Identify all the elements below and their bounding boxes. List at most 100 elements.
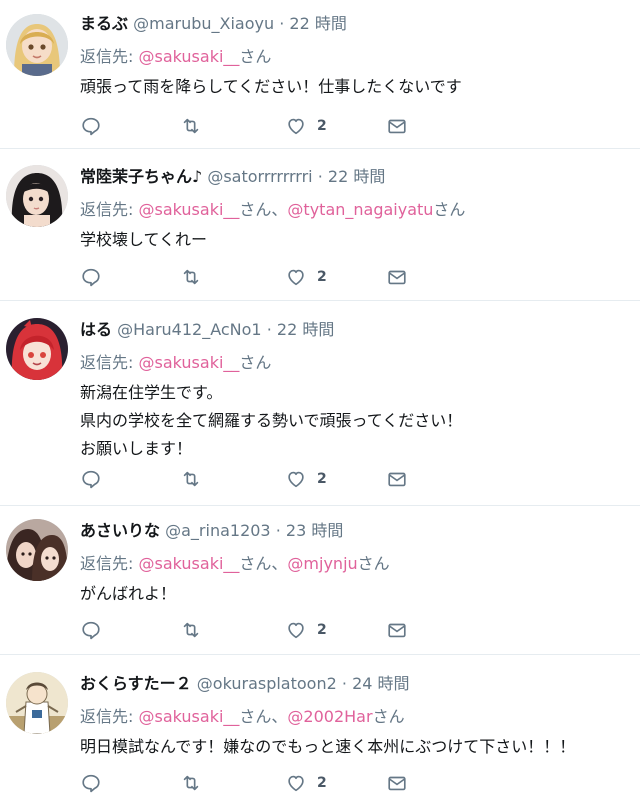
reply-icon bbox=[82, 117, 100, 136]
mention-link[interactable]: @sakusaki__ bbox=[139, 554, 240, 573]
separator-dot: · bbox=[275, 521, 281, 540]
user-handle[interactable]: @Haru412_AcNo1 bbox=[117, 320, 262, 339]
display-name[interactable]: はる bbox=[80, 320, 112, 339]
reply-to-line: 返信先: @sakusaki__さん、@2002Harさん bbox=[80, 703, 405, 727]
like-button[interactable]: 2 bbox=[285, 266, 327, 288]
tweet-header: あさいりな @a_rina1203 · 23 時間 bbox=[80, 517, 343, 541]
like-button[interactable]: 2 bbox=[285, 772, 327, 794]
tweet-item[interactable]: はる @Haru412_AcNo1 · 22 時間 返信先: @sakusaki… bbox=[0, 316, 640, 501]
reply-icon bbox=[82, 621, 100, 640]
reply-icon bbox=[82, 774, 100, 793]
tweet-text: 頑張って雨を降らしてください！仕事したくないです bbox=[80, 73, 462, 101]
reply-suffix: さん bbox=[357, 554, 390, 573]
avatar-character-illustration-icon bbox=[6, 672, 68, 734]
direct-message-button[interactable] bbox=[386, 619, 408, 641]
reply-timeline: まるぶ @marubu_Xiaoyu · 22 時間 返信先: @sakusak… bbox=[0, 0, 640, 806]
timestamp[interactable]: 22 時間 bbox=[277, 320, 334, 339]
tweet-item[interactable]: 常陸茉子ちゃん♪ @satorrrrrrrri · 22 時間 返信先: @sa… bbox=[0, 163, 640, 295]
mention-link[interactable]: @mjynju bbox=[287, 554, 357, 573]
reply-button[interactable] bbox=[80, 115, 102, 137]
like-button[interactable]: 2 bbox=[285, 468, 327, 490]
direct-message-button[interactable] bbox=[386, 772, 408, 794]
user-handle[interactable]: @a_rina1203 bbox=[165, 521, 271, 540]
mention-link[interactable]: @2002Har bbox=[287, 707, 372, 726]
retweet-button[interactable] bbox=[180, 266, 202, 288]
display-name[interactable]: おくらすたー２ bbox=[80, 674, 192, 693]
retweet-button[interactable] bbox=[180, 619, 202, 641]
avatar[interactable] bbox=[6, 165, 68, 227]
timestamp[interactable]: 24 時間 bbox=[352, 674, 409, 693]
tweet-text-line: がんばれよ！ bbox=[80, 584, 177, 603]
envelope-icon bbox=[388, 472, 406, 487]
like-count: 2 bbox=[317, 269, 327, 285]
reply-icon bbox=[82, 268, 100, 287]
user-handle[interactable]: @okurasplatoon2 bbox=[197, 674, 337, 693]
tweet-divider bbox=[0, 148, 640, 149]
tweet-header: 常陸茉子ちゃん♪ @satorrrrrrrri · 22 時間 bbox=[80, 163, 385, 187]
display-name[interactable]: あさいりな bbox=[80, 521, 160, 540]
like-button[interactable]: 2 bbox=[285, 619, 327, 641]
like-button[interactable]: 2 bbox=[285, 115, 327, 137]
tweet-item[interactable]: あさいりな @a_rina1203 · 23 時間 返信先: @sakusaki… bbox=[0, 517, 640, 649]
tweet-actions: 2 bbox=[80, 468, 420, 490]
envelope-icon bbox=[388, 119, 406, 134]
heart-icon bbox=[288, 622, 304, 639]
user-handle[interactable]: @satorrrrrrrri bbox=[207, 167, 312, 186]
reply-to-line: 返信先: @sakusaki__さん bbox=[80, 43, 271, 67]
reply-button[interactable] bbox=[80, 772, 102, 794]
mention-link[interactable]: @tytan_nagaiyatu bbox=[287, 200, 433, 219]
timestamp[interactable]: 23 時間 bbox=[286, 521, 343, 540]
reply-suffix: さん bbox=[433, 200, 466, 219]
direct-message-button[interactable] bbox=[386, 115, 408, 137]
display-name[interactable]: まるぶ bbox=[80, 14, 128, 33]
reply-prefix: 返信先: bbox=[80, 353, 134, 372]
reply-suffix: さん bbox=[239, 353, 272, 372]
tweet-text-line: 明日模試なんです！嫌なのでもっと速く本州にぶつけて下さい！！！ bbox=[80, 737, 576, 756]
tweet-header: はる @Haru412_AcNo1 · 22 時間 bbox=[80, 316, 334, 340]
display-name[interactable]: 常陸茉子ちゃん♪ bbox=[80, 167, 202, 186]
avatar[interactable] bbox=[6, 672, 68, 734]
tweet-item[interactable]: おくらすたー２ @okurasplatoon2 · 24 時間 返信先: @sa… bbox=[0, 670, 640, 806]
timestamp[interactable]: 22 時間 bbox=[289, 14, 346, 33]
avatar[interactable] bbox=[6, 14, 68, 76]
retweet-button[interactable] bbox=[180, 115, 202, 137]
separator-dot: · bbox=[266, 320, 272, 339]
mention-link[interactable]: @sakusaki__ bbox=[139, 707, 240, 726]
retweet-button[interactable] bbox=[180, 772, 202, 794]
timestamp[interactable]: 22 時間 bbox=[328, 167, 385, 186]
reply-prefix: 返信先: bbox=[80, 707, 134, 726]
tweet-text-line: 学校壊してくれー bbox=[80, 230, 208, 249]
like-count: 2 bbox=[317, 118, 327, 134]
tweet-text: 学校壊してくれー bbox=[80, 226, 207, 254]
tweet-text-line: 頑張って雨を降らしてください！仕事したくないです bbox=[80, 77, 462, 96]
heart-icon bbox=[288, 775, 304, 792]
tweet-actions: 2 bbox=[80, 772, 420, 794]
tweet-actions: 2 bbox=[80, 115, 420, 137]
retweet-icon bbox=[183, 471, 199, 487]
direct-message-button[interactable] bbox=[386, 266, 408, 288]
retweet-button[interactable] bbox=[180, 468, 202, 490]
reply-button[interactable] bbox=[80, 619, 102, 641]
tweet-item[interactable]: まるぶ @marubu_Xiaoyu · 22 時間 返信先: @sakusak… bbox=[0, 10, 640, 142]
user-handle[interactable]: @marubu_Xiaoyu bbox=[133, 14, 274, 33]
tweet-text: がんばれよ！ bbox=[80, 580, 176, 608]
retweet-icon bbox=[183, 269, 199, 285]
tweet-text-line: 新潟在住学生です。 bbox=[80, 383, 223, 402]
avatar-girl-red-hair-icon bbox=[6, 318, 68, 380]
reply-prefix: 返信先: bbox=[80, 554, 134, 573]
avatar-photo-two-people-icon bbox=[6, 519, 68, 581]
like-count: 2 bbox=[317, 775, 327, 791]
direct-message-button[interactable] bbox=[386, 468, 408, 490]
mention-link[interactable]: @sakusaki__ bbox=[139, 353, 240, 372]
reply-button[interactable] bbox=[80, 266, 102, 288]
reply-icon bbox=[82, 470, 100, 489]
avatar[interactable] bbox=[6, 318, 68, 380]
avatar[interactable] bbox=[6, 519, 68, 581]
reply-suffix: さん、 bbox=[239, 554, 288, 573]
reply-suffix: さん bbox=[239, 47, 272, 66]
mention-link[interactable]: @sakusaki__ bbox=[139, 47, 240, 66]
reply-prefix: 返信先: bbox=[80, 200, 134, 219]
reply-button[interactable] bbox=[80, 468, 102, 490]
reply-to-line: 返信先: @sakusaki__さん bbox=[80, 349, 271, 373]
mention-link[interactable]: @sakusaki__ bbox=[139, 200, 240, 219]
